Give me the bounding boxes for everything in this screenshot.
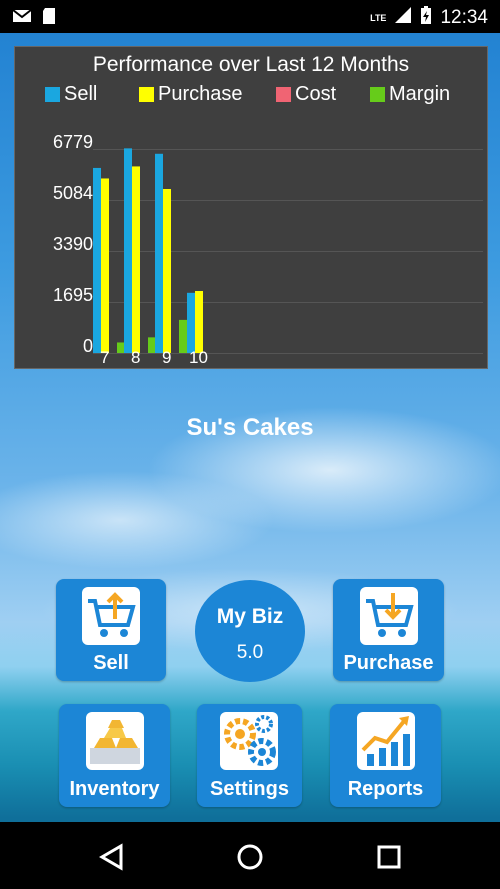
home-icon[interactable] — [235, 842, 265, 872]
bar-margin-8 — [148, 337, 156, 353]
settings-label: Settings — [210, 778, 289, 800]
bar-purchase-7 — [101, 178, 109, 353]
bar-sell-10 — [187, 292, 195, 353]
bar-margin-9 — [179, 319, 187, 353]
reports-chart-icon — [357, 712, 415, 770]
chart-bars — [93, 148, 203, 353]
bar-sell-7 — [93, 167, 101, 353]
bar-purchase-8 — [132, 166, 140, 353]
reports-label: Reports — [347, 778, 424, 800]
clock: 12:34 — [440, 6, 488, 28]
x-tick-label: 7 — [100, 348, 110, 367]
purchase-cart-icon — [360, 587, 418, 645]
version-label: 5.0 — [236, 642, 264, 663]
recents-icon[interactable] — [374, 842, 404, 872]
x-tick-label: 9 — [162, 348, 172, 367]
battery-icon — [420, 5, 432, 30]
inventory-label: Inventory — [69, 778, 160, 800]
inventory-button[interactable]: Inventory — [59, 704, 170, 807]
performance-chart[interactable]: Performance over Last 12 Months Sell Pur… — [14, 46, 488, 369]
purchase-label: Purchase — [343, 652, 434, 674]
navigation-bar — [0, 822, 500, 889]
mail-icon — [12, 8, 32, 29]
signal-icon — [394, 6, 412, 29]
my-biz-label: My Biz — [216, 605, 284, 628]
purchase-button[interactable]: Purchase — [333, 579, 444, 681]
back-icon[interactable] — [97, 842, 127, 872]
bar-sell-9 — [155, 153, 163, 353]
reports-button[interactable]: Reports — [330, 704, 441, 807]
network-type: LTE — [370, 12, 387, 23]
x-tick-label: 10 — [189, 348, 208, 367]
sell-cart-icon — [82, 587, 140, 645]
settings-button[interactable]: Settings — [197, 704, 302, 807]
x-tick-label: 8 — [131, 348, 141, 367]
settings-gears-icon — [220, 712, 278, 770]
bar-purchase-9 — [163, 188, 171, 353]
business-name: Su's Cakes — [186, 414, 314, 441]
sell-label: Sell — [93, 652, 129, 674]
bar-purchase-10 — [195, 291, 203, 353]
sell-button[interactable]: Sell — [56, 579, 166, 681]
status-bar: LTE 12:34 — [0, 0, 500, 33]
my-biz-button[interactable]: My Biz 5.0 — [195, 580, 305, 682]
bar-margin-7 — [117, 342, 125, 353]
sd-card-icon — [42, 7, 56, 30]
inventory-gold-bars-icon — [86, 712, 144, 770]
bar-sell-8 — [124, 148, 132, 353]
